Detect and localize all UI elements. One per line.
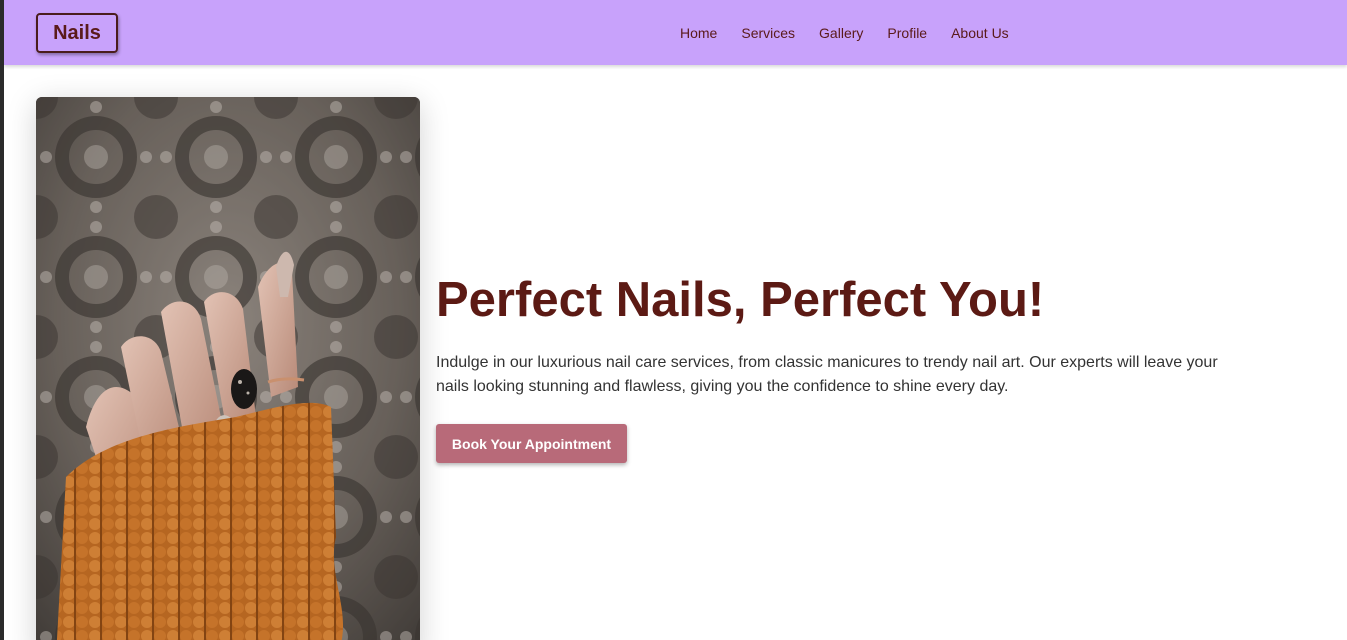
logo[interactable]: Nails xyxy=(36,13,118,53)
page: Nails Home Services Gallery Profile Abou… xyxy=(4,0,1347,640)
hero-title: Perfect Nails, Perfect You! xyxy=(436,273,1045,327)
hero-description: Indulge in our luxurious nail care servi… xyxy=(436,354,1218,395)
nav-link-profile[interactable]: Profile xyxy=(887,21,927,45)
navbar: Nails Home Services Gallery Profile Abou… xyxy=(4,0,1347,65)
nav-links: Home Services Gallery Profile About Us xyxy=(680,0,1033,65)
nav-link-home[interactable]: Home xyxy=(680,21,717,45)
hero-image xyxy=(36,97,420,640)
nav-link-services[interactable]: Services xyxy=(741,21,795,45)
nav-link-gallery[interactable]: Gallery xyxy=(819,21,863,45)
nav-link-about-us[interactable]: About Us xyxy=(951,21,1009,45)
book-appointment-button[interactable]: Book Your Appointment xyxy=(436,424,627,463)
